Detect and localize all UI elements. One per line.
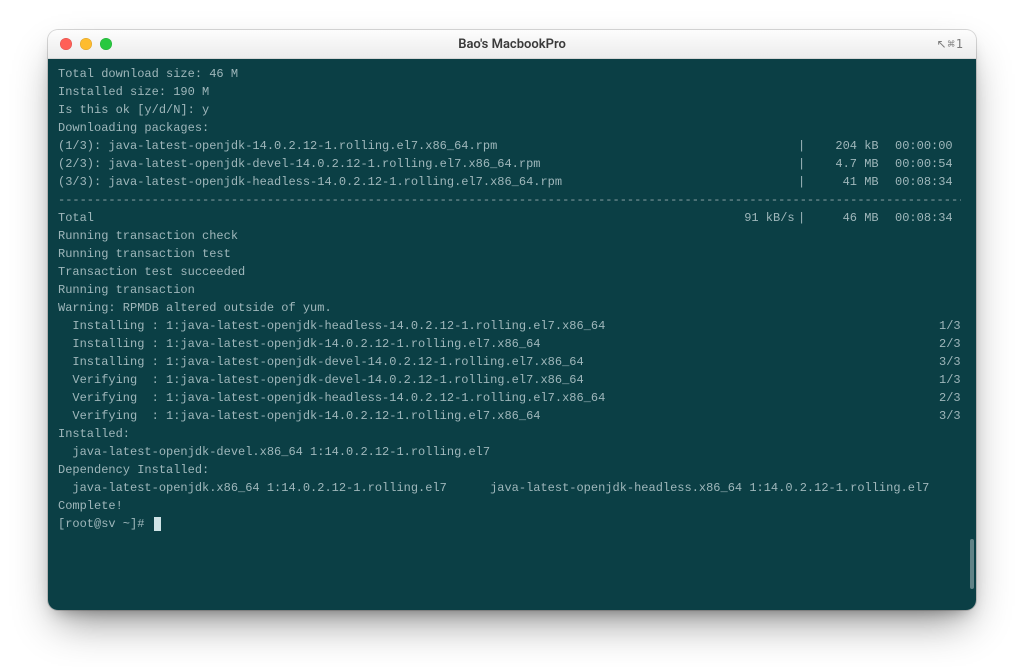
scrollbar-thumb[interactable] [970, 539, 974, 589]
zoom-icon[interactable] [100, 38, 112, 50]
terminal-line: Warning: RPMDB altered outside of yum. [58, 299, 961, 317]
terminal-line: java-latest-openjdk-devel.x86_64 1:14.0.… [58, 443, 961, 461]
terminal-line: Is this ok [y/d/N]: y [58, 101, 961, 119]
download-row: (2/3): java-latest-openjdk-devel-14.0.2.… [58, 155, 961, 173]
terminal-line: Running transaction [58, 281, 961, 299]
total-row: Total91 kB/s| 46 MB 00:08:34 [58, 209, 961, 227]
transaction-step: Installing : 1:java-latest-openjdk-headl… [58, 317, 961, 335]
transaction-step: Installing : 1:java-latest-openjdk-14.0.… [58, 335, 961, 353]
titlebar[interactable]: Bao's MacbookPro ↖⌘1 [48, 30, 976, 59]
window-title: Bao's MacbookPro [48, 37, 976, 52]
close-icon[interactable] [60, 38, 72, 50]
download-row: (3/3): java-latest-openjdk-headless-14.0… [58, 173, 961, 191]
terminal-line: Transaction test succeeded [58, 263, 961, 281]
transaction-step: Verifying : 1:java-latest-openjdk-14.0.2… [58, 407, 961, 425]
terminal-line: Dependency Installed: [58, 461, 961, 479]
scrollbar[interactable] [971, 59, 976, 610]
terminal-body[interactable]: Total download size: 46 MInstalled size:… [48, 59, 976, 610]
traffic-lights [48, 38, 112, 50]
terminal-line: Total download size: 46 M [58, 65, 961, 83]
shortcut-hint: ↖⌘1 [936, 37, 976, 52]
terminal-line: java-latest-openjdk.x86_64 1:14.0.2.12-1… [58, 479, 961, 497]
terminal-line: Installed: [58, 425, 961, 443]
terminal-line: Installed size: 190 M [58, 83, 961, 101]
minimize-icon[interactable] [80, 38, 92, 50]
shell-prompt[interactable]: [root@sv ~]# [58, 515, 961, 533]
transaction-step: Verifying : 1:java-latest-openjdk-devel-… [58, 371, 961, 389]
cursor-icon [154, 517, 161, 531]
terminal-line: Downloading packages: [58, 119, 961, 137]
horizontal-rule: ----------------------------------------… [58, 191, 961, 209]
download-row: (1/3): java-latest-openjdk-14.0.2.12-1.r… [58, 137, 961, 155]
transaction-step: Verifying : 1:java-latest-openjdk-headle… [58, 389, 961, 407]
prompt-text: [root@sv ~]# [58, 515, 152, 533]
terminal-line: Complete! [58, 497, 961, 515]
terminal-window: Bao's MacbookPro ↖⌘1 Total download size… [48, 30, 976, 610]
terminal-line: Running transaction test [58, 245, 961, 263]
transaction-step: Installing : 1:java-latest-openjdk-devel… [58, 353, 961, 371]
terminal-line: Running transaction check [58, 227, 961, 245]
